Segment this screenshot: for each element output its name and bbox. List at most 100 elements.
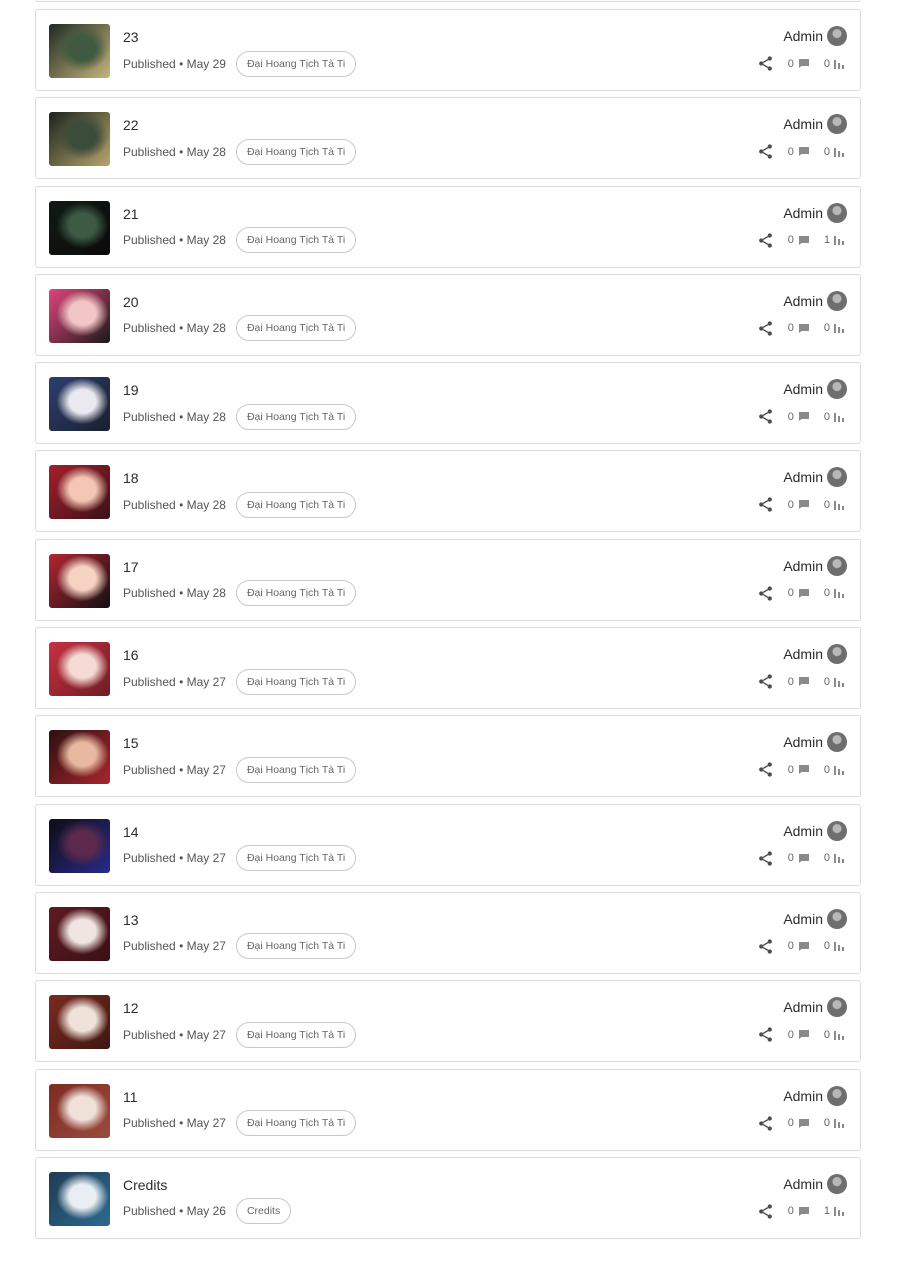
share-icon[interactable] [757, 585, 774, 602]
series-tag[interactable]: Đại Hoang Tịch Tà Ti [235, 580, 357, 607]
share-icon[interactable] [757, 408, 774, 425]
share-icon[interactable] [757, 938, 774, 955]
author[interactable]: Admin [783, 908, 847, 929]
share-icon[interactable] [757, 673, 774, 690]
comment-count[interactable]: 0 [788, 676, 824, 688]
author-name[interactable]: Admin [783, 911, 823, 927]
author-name[interactable]: Admin [783, 646, 823, 662]
author[interactable]: Admin [783, 1085, 847, 1106]
post-card[interactable]: 13 Published • May 27 Đại Hoang Tịch Tà … [35, 891, 861, 974]
post-thumbnail[interactable] [49, 288, 110, 343]
avatar[interactable] [827, 467, 847, 488]
post-card[interactable]: 23 Published • May 29 Đại Hoang Tịch Tà … [35, 9, 861, 91]
author[interactable]: Admin [783, 114, 847, 135]
series-tag[interactable]: Đại Hoang Tịch Tà Ti [235, 1110, 357, 1137]
avatar[interactable] [827, 379, 847, 400]
share-icon[interactable] [757, 143, 774, 160]
author-name[interactable]: Admin [783, 381, 823, 397]
avatar[interactable] [827, 820, 847, 841]
share-icon[interactable] [757, 496, 774, 513]
author[interactable]: Admin [783, 555, 847, 576]
post-thumbnail[interactable] [49, 1083, 110, 1138]
comment-count[interactable]: 0 [788, 940, 824, 952]
post-title[interactable]: 23 [123, 29, 139, 45]
series-tag[interactable]: Đại Hoang Tịch Tà Ti [235, 668, 357, 695]
comment-count[interactable]: 0 [788, 322, 824, 334]
series-tag[interactable]: Credits [235, 1198, 292, 1225]
post-card[interactable]: 20 Published • May 28 Đại Hoang Tịch Tà … [35, 273, 861, 356]
avatar[interactable] [827, 1173, 847, 1194]
author[interactable]: Admin [783, 997, 847, 1018]
comment-count[interactable]: 0 [788, 1117, 824, 1129]
share-icon[interactable] [757, 1203, 774, 1220]
author-name[interactable]: Admin [783, 999, 823, 1015]
author[interactable]: Admin [783, 1173, 847, 1194]
post-title[interactable]: 11 [123, 1089, 138, 1105]
post-thumbnail[interactable] [49, 24, 110, 78]
author-name[interactable]: Admin [783, 28, 823, 44]
avatar[interactable] [827, 732, 847, 753]
comment-count[interactable]: 0 [788, 499, 824, 511]
author[interactable]: Admin [783, 467, 847, 488]
post-title[interactable]: Credits [123, 1177, 167, 1193]
share-icon[interactable] [757, 1026, 774, 1043]
comment-count[interactable]: 0 [788, 1205, 824, 1217]
post-card[interactable]: 14 Published • May 27 Đại Hoang Tịch Tà … [35, 803, 861, 886]
post-title[interactable]: 15 [123, 735, 139, 751]
series-tag[interactable]: Đại Hoang Tịch Tà Ti [235, 933, 357, 960]
author-name[interactable]: Admin [783, 1176, 823, 1192]
author[interactable]: Admin [783, 732, 847, 753]
post-title[interactable]: 16 [123, 647, 139, 663]
post-thumbnail[interactable] [49, 1171, 110, 1226]
avatar[interactable] [827, 290, 847, 311]
series-tag[interactable]: Đại Hoang Tịch Tà Ti [235, 50, 357, 77]
post-title[interactable]: 19 [123, 382, 139, 398]
author-name[interactable]: Admin [783, 116, 823, 132]
series-tag[interactable]: Đại Hoang Tịch Tà Ti [235, 315, 357, 342]
series-tag[interactable]: Đại Hoang Tịch Tà Ti [235, 227, 357, 254]
avatar[interactable] [827, 555, 847, 576]
series-tag[interactable]: Đại Hoang Tịch Tà Ti [235, 756, 357, 783]
avatar[interactable] [827, 202, 847, 223]
comment-count[interactable]: 0 [788, 764, 824, 776]
author[interactable]: Admin [783, 290, 847, 311]
share-icon[interactable] [757, 232, 774, 249]
author[interactable]: Admin [783, 379, 847, 400]
share-icon[interactable] [757, 1115, 774, 1132]
share-icon[interactable] [757, 850, 774, 867]
author[interactable]: Admin [783, 644, 847, 665]
comment-count[interactable]: 0 [788, 1029, 824, 1041]
post-title[interactable]: 18 [123, 470, 139, 486]
author[interactable]: Admin [783, 202, 847, 223]
author-name[interactable]: Admin [783, 205, 823, 221]
series-tag[interactable]: Đại Hoang Tịch Tà Ti [235, 138, 357, 165]
post-thumbnail[interactable] [49, 995, 110, 1050]
post-title[interactable]: 12 [123, 1000, 139, 1016]
post-card[interactable]: 19 Published • May 28 Đại Hoang Tịch Tà … [35, 362, 861, 445]
avatar[interactable] [827, 644, 847, 665]
post-thumbnail[interactable] [49, 642, 110, 697]
comment-count[interactable]: 0 [788, 587, 824, 599]
post-card[interactable]: 18 Published • May 28 Đại Hoang Tịch Tà … [35, 450, 861, 533]
post-card[interactable]: 22 Published • May 28 Đại Hoang Tịch Tà … [35, 97, 861, 180]
post-thumbnail[interactable] [49, 553, 110, 608]
post-title[interactable]: 20 [123, 294, 139, 310]
post-title[interactable]: 21 [123, 206, 139, 222]
share-icon[interactable] [757, 55, 774, 72]
post-title[interactable]: 22 [123, 117, 139, 133]
post-card[interactable]: 16 Published • May 27 Đại Hoang Tịch Tà … [35, 627, 861, 710]
author[interactable]: Admin [783, 820, 847, 841]
post-title[interactable]: 17 [123, 559, 139, 575]
post-title[interactable]: 14 [123, 824, 139, 840]
post-thumbnail[interactable] [49, 200, 110, 255]
avatar[interactable] [827, 908, 847, 929]
author[interactable]: Admin [783, 26, 847, 46]
post-card[interactable]: 21 Published • May 28 Đại Hoang Tịch Tà … [35, 185, 861, 268]
author-name[interactable]: Admin [783, 823, 823, 839]
post-card[interactable]: 11 Published • May 27 Đại Hoang Tịch Tà … [35, 1068, 861, 1151]
post-card[interactable]: 15 Published • May 27 Đại Hoang Tịch Tà … [35, 715, 861, 798]
series-tag[interactable]: Đại Hoang Tịch Tà Ti [235, 491, 357, 518]
share-icon[interactable] [757, 761, 774, 778]
series-tag[interactable]: Đại Hoang Tịch Tà Ti [235, 403, 357, 430]
author-name[interactable]: Admin [783, 558, 823, 574]
